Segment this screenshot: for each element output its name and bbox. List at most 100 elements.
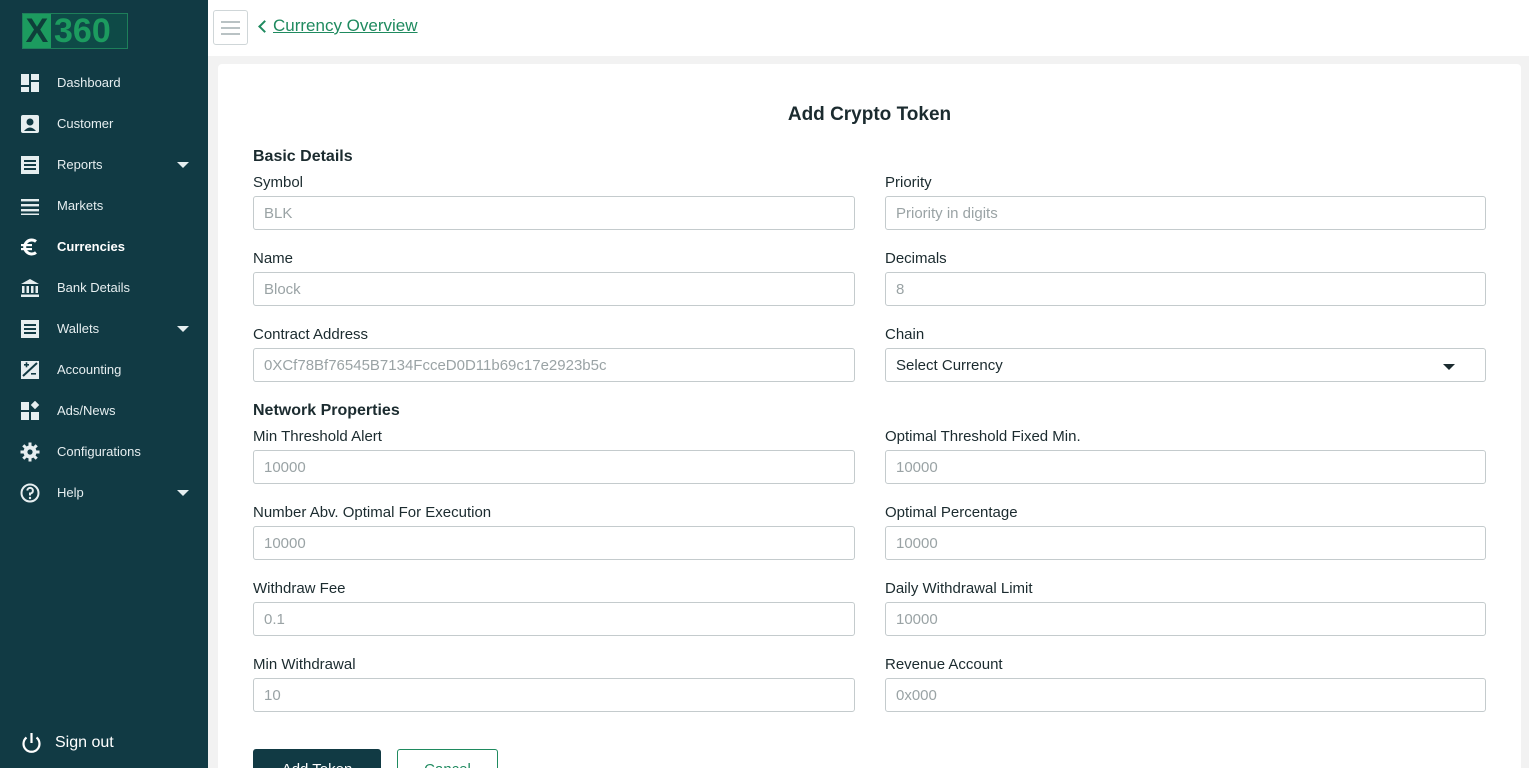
wallet-icon: [21, 320, 39, 338]
sign-out-label: Sign out: [55, 734, 114, 751]
gear-icon: [20, 442, 40, 462]
cancel-button[interactable]: Cancel: [397, 749, 498, 768]
min-threshold-alert-input[interactable]: [253, 450, 855, 484]
withdraw-fee-field: Withdraw Fee: [253, 580, 855, 636]
symbol-field: Symbol: [253, 174, 855, 230]
add-token-button[interactable]: Add Token: [253, 749, 381, 768]
number-abv-optimal-field: Number Abv. Optimal For Execution: [253, 504, 855, 560]
sidebar-item-help[interactable]: Help: [0, 472, 208, 513]
optimal-threshold-fixed-min-label: Optimal Threshold Fixed Min.: [885, 428, 1081, 445]
priority-label: Priority: [885, 174, 932, 191]
sidebar: X 360 Dashboard Customer Reports Markets…: [0, 0, 208, 768]
name-label: Name: [253, 250, 294, 267]
contract-address-input[interactable]: [253, 348, 855, 382]
chevron-down-icon: [177, 326, 189, 332]
sidebar-item-dashboard[interactable]: Dashboard: [0, 62, 208, 103]
symbol-input[interactable]: [253, 196, 855, 230]
sidebar-item-label: Bank Details: [57, 280, 130, 295]
top-bar: Currency Overview: [208, 0, 1529, 56]
sign-out-button[interactable]: Sign out: [20, 730, 114, 756]
sidebar-item-reports[interactable]: Reports: [0, 144, 208, 185]
withdraw-fee-input[interactable]: [253, 602, 855, 636]
chain-label: Chain: [885, 326, 925, 343]
sidebar-item-markets[interactable]: Markets: [0, 185, 208, 226]
sidebar-item-label: Currencies: [57, 239, 125, 254]
optimal-threshold-fixed-min-field: Optimal Threshold Fixed Min.: [885, 428, 1486, 484]
customer-icon: [21, 115, 39, 133]
sidebar-nav: Dashboard Customer Reports Markets Curre…: [0, 62, 208, 513]
chevron-down-icon: [177, 162, 189, 168]
sidebar-item-wallets[interactable]: Wallets: [0, 308, 208, 349]
section-title-network: Network Properties: [253, 402, 400, 419]
reports-icon: [21, 156, 39, 174]
decimals-input[interactable]: [885, 272, 1486, 306]
breadcrumb[interactable]: Currency Overview: [258, 16, 418, 36]
min-threshold-alert-label: Min Threshold Alert: [253, 428, 382, 445]
help-icon: [20, 483, 40, 503]
sidebar-item-label: Ads/News: [57, 403, 116, 418]
sidebar-item-currencies[interactable]: Currencies: [0, 226, 208, 267]
sidebar-item-bank-details[interactable]: Bank Details: [0, 267, 208, 308]
sidebar-item-label: Accounting: [57, 362, 122, 377]
chain-select[interactable]: Select Currency: [885, 348, 1486, 382]
app-logo[interactable]: X 360: [22, 13, 128, 49]
revenue-account-input[interactable]: [885, 678, 1486, 712]
daily-withdrawal-limit-field: Daily Withdrawal Limit: [885, 580, 1486, 636]
page-title: Add Crypto Token: [787, 104, 952, 125]
chevron-left-icon: [258, 20, 271, 33]
menu-toggle-button[interactable]: [213, 10, 248, 45]
hamburger-icon: [221, 20, 240, 23]
withdraw-fee-label: Withdraw Fee: [253, 580, 346, 597]
priority-field: Priority: [885, 174, 1486, 230]
symbol-label: Symbol: [253, 174, 304, 191]
dashboard-icon: [21, 74, 39, 92]
logo-number: 360: [54, 12, 111, 50]
section-title-basic: Basic Details: [253, 148, 353, 165]
breadcrumb-link[interactable]: Currency Overview: [273, 16, 418, 36]
sidebar-item-label: Dashboard: [57, 75, 121, 90]
markets-icon: [21, 199, 39, 215]
revenue-account-field: Revenue Account: [885, 656, 1486, 712]
daily-withdrawal-limit-input[interactable]: [885, 602, 1486, 636]
form-card: Add Crypto Token Basic Details Symbol Pr…: [218, 64, 1521, 768]
sidebar-item-label: Customer: [57, 116, 114, 131]
min-withdrawal-field: Min Withdrawal: [253, 656, 855, 712]
chain-field: Chain Select Currency: [885, 326, 1486, 382]
revenue-account-label: Revenue Account: [885, 656, 1003, 673]
min-withdrawal-input[interactable]: [253, 678, 855, 712]
decimals-label: Decimals: [885, 250, 947, 267]
sidebar-item-label: Configurations: [57, 444, 141, 459]
sidebar-item-accounting[interactable]: Accounting: [0, 349, 208, 390]
name-field: Name: [253, 250, 855, 306]
sidebar-item-customer[interactable]: Customer: [0, 103, 208, 144]
bank-icon: [21, 279, 39, 297]
chain-select-value: Select Currency: [896, 356, 1003, 374]
decimals-field: Decimals: [885, 250, 1486, 306]
optimal-percentage-field: Optimal Percentage: [885, 504, 1486, 560]
priority-input[interactable]: [885, 196, 1486, 230]
logo-x: X: [23, 14, 51, 48]
optimal-percentage-input[interactable]: [885, 526, 1486, 560]
chevron-down-icon: [177, 490, 189, 496]
sidebar-item-label: Help: [57, 485, 84, 500]
accounting-icon: [21, 361, 39, 379]
sidebar-item-configurations[interactable]: Configurations: [0, 431, 208, 472]
sidebar-item-label: Markets: [57, 198, 104, 213]
optimal-threshold-fixed-min-input[interactable]: [885, 450, 1486, 484]
min-threshold-alert-field: Min Threshold Alert: [253, 428, 855, 484]
optimal-percentage-label: Optimal Percentage: [885, 504, 1018, 521]
daily-withdrawal-limit-label: Daily Withdrawal Limit: [885, 580, 1033, 597]
power-icon: [22, 732, 41, 753]
name-input[interactable]: [253, 272, 855, 306]
number-abv-optimal-input[interactable]: [253, 526, 855, 560]
contract-address-field: Contract Address: [253, 326, 855, 382]
contract-address-label: Contract Address: [253, 326, 369, 343]
caret-down-icon: [1443, 364, 1455, 370]
ads-icon: [21, 401, 40, 420]
sidebar-item-label: Wallets: [57, 321, 100, 336]
min-withdrawal-label: Min Withdrawal: [253, 656, 356, 673]
sidebar-item-label: Reports: [57, 157, 103, 172]
number-abv-optimal-label: Number Abv. Optimal For Execution: [253, 504, 492, 521]
euro-icon: [21, 238, 37, 256]
sidebar-item-ads-news[interactable]: Ads/News: [0, 390, 208, 431]
